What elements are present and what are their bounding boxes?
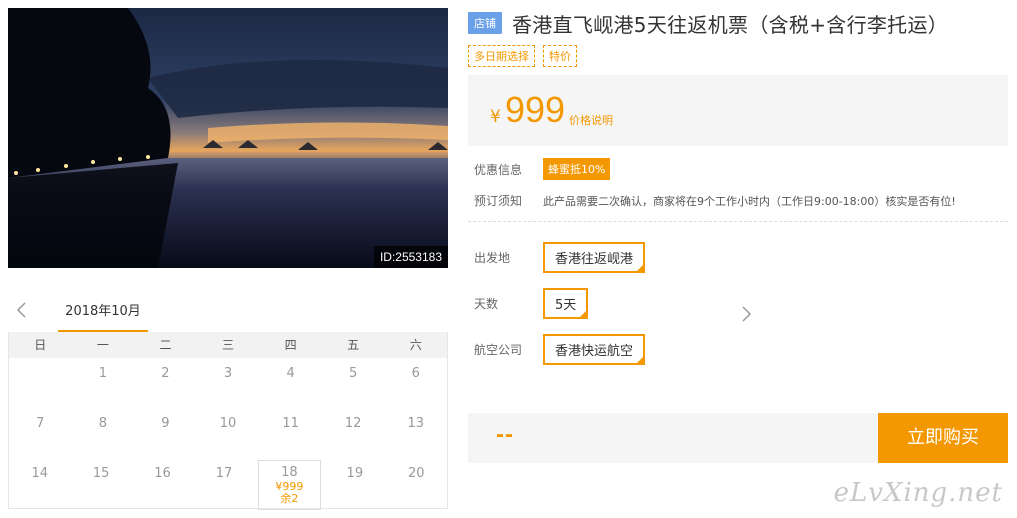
calendar-day: 6 bbox=[411, 366, 420, 381]
calendar-month-tab[interactable]: 2018年10月 bbox=[58, 302, 148, 332]
calendar-day-available[interactable]: 18 ¥999 余2 bbox=[257, 460, 322, 510]
check-icon: ✓ bbox=[637, 263, 644, 271]
calendar-day: 5 bbox=[349, 366, 358, 381]
calendar-day: 17 bbox=[215, 466, 233, 481]
calendar-day: 7 bbox=[36, 416, 45, 431]
weekday-label: 五 bbox=[347, 338, 360, 352]
weekday-label: 六 bbox=[409, 338, 422, 352]
price-currency: ¥ bbox=[490, 107, 501, 127]
calendar-day: 1 bbox=[98, 366, 107, 381]
price-description-link[interactable]: 价格说明 bbox=[569, 112, 613, 128]
calendar-day-number: 18 bbox=[281, 465, 298, 480]
tag-multi-date: 多日期选择 bbox=[468, 45, 535, 67]
notice-text: 此产品需要二次确认，商家将在9个工作小时内（工作日9:00-18:00）核实是否… bbox=[543, 194, 956, 208]
weekday-label: 四 bbox=[284, 338, 297, 352]
product-photo: ID:2553183 bbox=[8, 8, 448, 268]
promo-label: 优惠信息 bbox=[474, 162, 523, 177]
calendar-weekday-header: 日 一 二 三 四 五 六 bbox=[9, 332, 447, 358]
option-label: 天数 bbox=[474, 297, 499, 311]
option-label: 出发地 bbox=[474, 251, 511, 265]
shop-badge: 店铺 bbox=[468, 12, 502, 34]
photo-id-label: ID:2553183 bbox=[373, 246, 448, 268]
title-row: 店铺 香港直飞岘港5天往返机票（含税+含行李托运） bbox=[468, 8, 1008, 38]
calendar-day: 3 bbox=[223, 366, 233, 381]
options-section: 出发地 香港往返岘港 ✓ 天数 5天 ✓ 航空公司 香港快运航空 ✓ bbox=[468, 242, 1008, 365]
calendar-day: 19 bbox=[346, 466, 364, 481]
total-price: -- bbox=[496, 421, 514, 448]
option-row-departure: 出发地 香港往返岘港 ✓ bbox=[468, 242, 1008, 273]
tag-special-price: 特价 bbox=[543, 45, 577, 67]
option-label: 航空公司 bbox=[474, 343, 523, 357]
weekday-label: 三 bbox=[222, 338, 235, 352]
product-detail-panel: 店铺 香港直飞岘港5天往返机票（含税+含行李托运） 多日期选择 特价 ¥ 999… bbox=[468, 8, 1008, 463]
info-section: 优惠信息 蜂蜜抵10% 预订须知 此产品需要二次确认，商家将在9个工作小时内（工… bbox=[468, 158, 1008, 222]
calendar-day: 13 bbox=[407, 416, 425, 431]
option-row-airline: 航空公司 香港快运航空 ✓ bbox=[468, 334, 1008, 365]
calendar-day: 12 bbox=[344, 416, 362, 431]
departure-option-button[interactable]: 香港往返岘港 ✓ bbox=[543, 242, 646, 273]
calendar-day: 11 bbox=[282, 416, 299, 431]
calendar-day: 2 bbox=[161, 366, 170, 381]
promo-row: 优惠信息 蜂蜜抵10% bbox=[468, 158, 1008, 180]
check-icon: ✓ bbox=[580, 309, 587, 317]
option-row-days: 天数 5天 ✓ bbox=[468, 288, 1008, 319]
weekday-label: 一 bbox=[96, 338, 109, 352]
calendar-day: 20 bbox=[407, 466, 425, 481]
weekday-label: 二 bbox=[159, 338, 172, 352]
buy-bar: -- 立即购买 bbox=[468, 413, 1008, 463]
calendar-day: 10 bbox=[219, 416, 237, 431]
calendar-day: 15 bbox=[92, 466, 110, 481]
buy-now-button[interactable]: 立即购买 bbox=[878, 413, 1008, 463]
calendar-day: 4 bbox=[286, 366, 295, 381]
notice-label: 预订须知 bbox=[474, 194, 523, 208]
product-tags: 多日期选择 特价 bbox=[468, 45, 1008, 67]
option-value: 香港快运航空 bbox=[555, 344, 634, 359]
prev-month-icon[interactable] bbox=[12, 300, 32, 320]
calendar-week-row: 1 2 3 4 5 6 bbox=[9, 358, 447, 408]
calendar-week-row: 14 15 16 17 18 ¥999 余2 19 20 bbox=[9, 458, 447, 510]
calendar-day: 8 bbox=[98, 416, 107, 431]
price-box: ¥ 999 价格说明 bbox=[468, 75, 1008, 146]
calendar-day-stock: 余2 bbox=[280, 492, 299, 505]
option-value: 5天 bbox=[555, 298, 577, 313]
calendar-nav: 2018年10月 bbox=[8, 296, 752, 332]
option-value: 香港往返岘港 bbox=[555, 252, 634, 267]
calendar-day bbox=[9, 358, 72, 408]
days-option-button[interactable]: 5天 ✓ bbox=[543, 288, 589, 319]
airline-option-button[interactable]: 香港快运航空 ✓ bbox=[543, 334, 646, 365]
date-calendar: 2018年10月 日 一 二 三 四 五 六 1 2 3 4 5 6 7 8 9… bbox=[8, 296, 752, 510]
calendar-day: 14 bbox=[31, 466, 48, 481]
calendar-week-row: 7 8 9 10 11 12 13 bbox=[9, 408, 447, 458]
weekday-label: 日 bbox=[34, 338, 47, 352]
notice-row: 预订须知 此产品需要二次确认，商家将在9个工作小时内（工作日9:00-18:00… bbox=[468, 192, 1008, 209]
calendar-day: 9 bbox=[161, 416, 170, 431]
product-title: 香港直飞岘港5天往返机票（含税+含行李托运） bbox=[512, 12, 949, 37]
watermark-text: eLvXing.net bbox=[833, 478, 1003, 508]
check-icon: ✓ bbox=[637, 355, 644, 363]
calendar-day: 16 bbox=[154, 466, 171, 481]
price-value: 999 bbox=[505, 89, 566, 130]
calendar-grid: 日 一 二 三 四 五 六 1 2 3 4 5 6 7 8 9 10 11 12… bbox=[8, 332, 448, 510]
promo-badge: 蜂蜜抵10% bbox=[543, 158, 611, 180]
sunset-pool-image bbox=[8, 8, 448, 268]
